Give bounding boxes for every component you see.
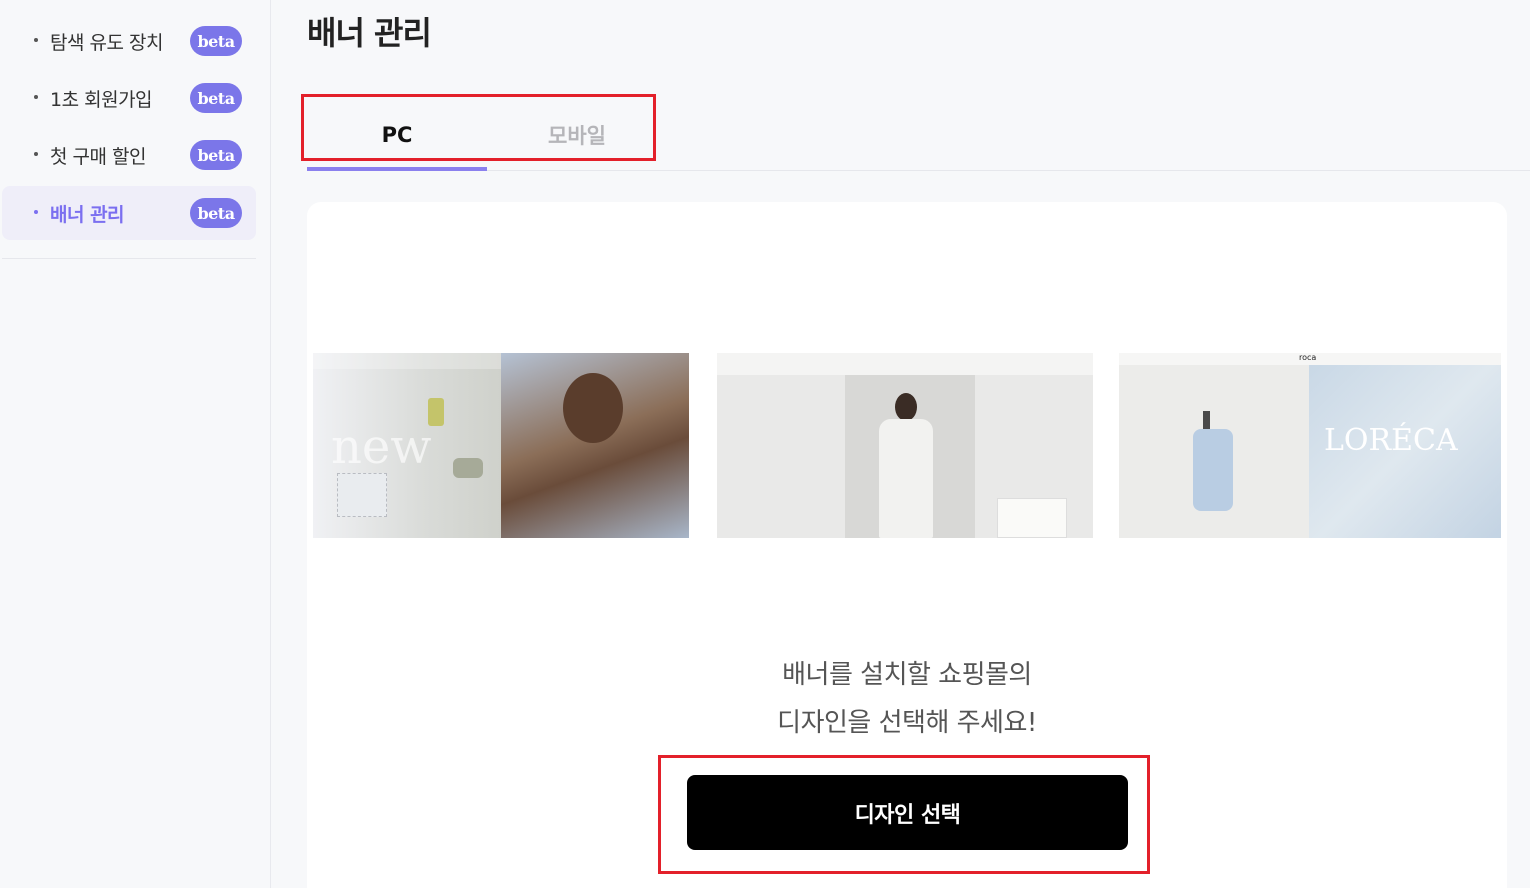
beta-badge: beta <box>190 198 242 228</box>
product-image <box>428 398 444 426</box>
prompt-text-line1: 배너를 설치할 쇼핑몰의 <box>782 660 1032 690</box>
sidebar: 탐색 유도 장치 beta 1초 회원가입 beta 첫 구매 할인 beta … <box>0 0 271 888</box>
beta-badge: beta <box>190 83 242 113</box>
sidebar-item-first-purchase-discount[interactable]: 첫 구매 할인 beta <box>2 128 256 182</box>
sidebar-item-banner-management[interactable]: 배너 관리 beta <box>2 186 256 240</box>
thumbnail-popup <box>997 498 1067 538</box>
design-thumbnail-1[interactable]: new <box>313 353 689 538</box>
select-design-button[interactable]: 디자인 선택 <box>687 775 1128 850</box>
thumbnail-brand: roca <box>1299 353 1317 362</box>
beta-badge: beta <box>190 140 242 170</box>
sidebar-item-label: 탐색 유도 장치 <box>50 31 163 54</box>
active-tab-indicator <box>307 167 487 171</box>
product-image <box>1193 429 1233 511</box>
model-photo <box>895 393 917 421</box>
bullet-icon <box>34 95 38 99</box>
sidebar-item-explore-guide[interactable]: 탐색 유도 장치 beta <box>2 14 256 68</box>
beta-badge: beta <box>190 26 242 56</box>
product-image <box>1203 411 1210 431</box>
thumbnail-headline: new <box>331 419 432 475</box>
divider <box>2 258 256 259</box>
product-image <box>337 473 387 517</box>
design-thumbnail-3[interactable]: roca LORÉCA <box>1119 353 1501 538</box>
bullet-icon <box>34 38 38 42</box>
tab-mobile[interactable]: 모바일 <box>487 100 667 170</box>
model-photo <box>563 373 623 443</box>
prompt-text-line2: 디자인을 선택해 주세요! <box>777 708 1037 738</box>
tabs-divider <box>307 170 1530 171</box>
thumbnail-headline: LORÉCA <box>1324 423 1458 458</box>
page-title: 배너 관리 <box>307 14 432 52</box>
tab-pc[interactable]: PC <box>307 100 487 170</box>
sidebar-item-label: 1초 회원가입 <box>50 88 153 111</box>
thumbnail-header <box>717 353 1093 375</box>
bullet-icon <box>34 152 38 156</box>
bullet-icon <box>34 210 38 214</box>
sidebar-item-label: 배너 관리 <box>50 203 125 226</box>
model-photo <box>879 419 933 538</box>
sidebar-item-quick-signup[interactable]: 1초 회원가입 beta <box>2 71 256 125</box>
design-thumbnail-2[interactable] <box>717 353 1093 538</box>
sidebar-item-label: 첫 구매 할인 <box>50 145 146 168</box>
product-image <box>453 458 483 478</box>
